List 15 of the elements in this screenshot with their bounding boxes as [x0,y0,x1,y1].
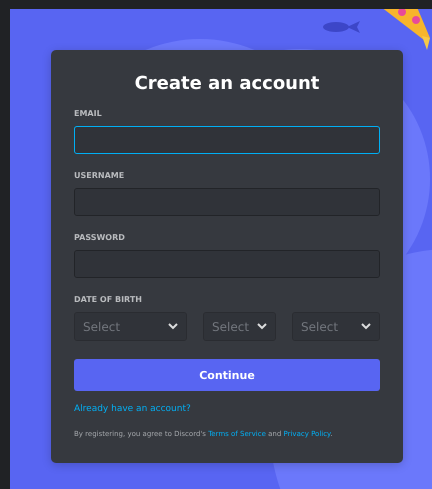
fish-icon [322,20,362,34]
input-field[interactable] [74,126,380,154]
continue-button[interactable]: Continue [74,359,380,391]
chevron-down-icon [168,323,178,330]
dropdown[interactable]: Select [74,312,187,341]
field-label: EMAIL [74,109,103,119]
dropdown[interactable]: Select [203,312,276,341]
chevron-down-icon [257,323,267,330]
dropdown[interactable]: Select [292,312,380,341]
form-title: Create an account [134,72,320,96]
field-label: USERNAME [74,171,126,181]
chevron-down-icon [361,323,371,330]
field-label: DATE OF BIRTH [74,295,143,305]
field-label: PASSWORD [74,233,126,243]
login-link[interactable]: Already have an account? [74,404,191,414]
